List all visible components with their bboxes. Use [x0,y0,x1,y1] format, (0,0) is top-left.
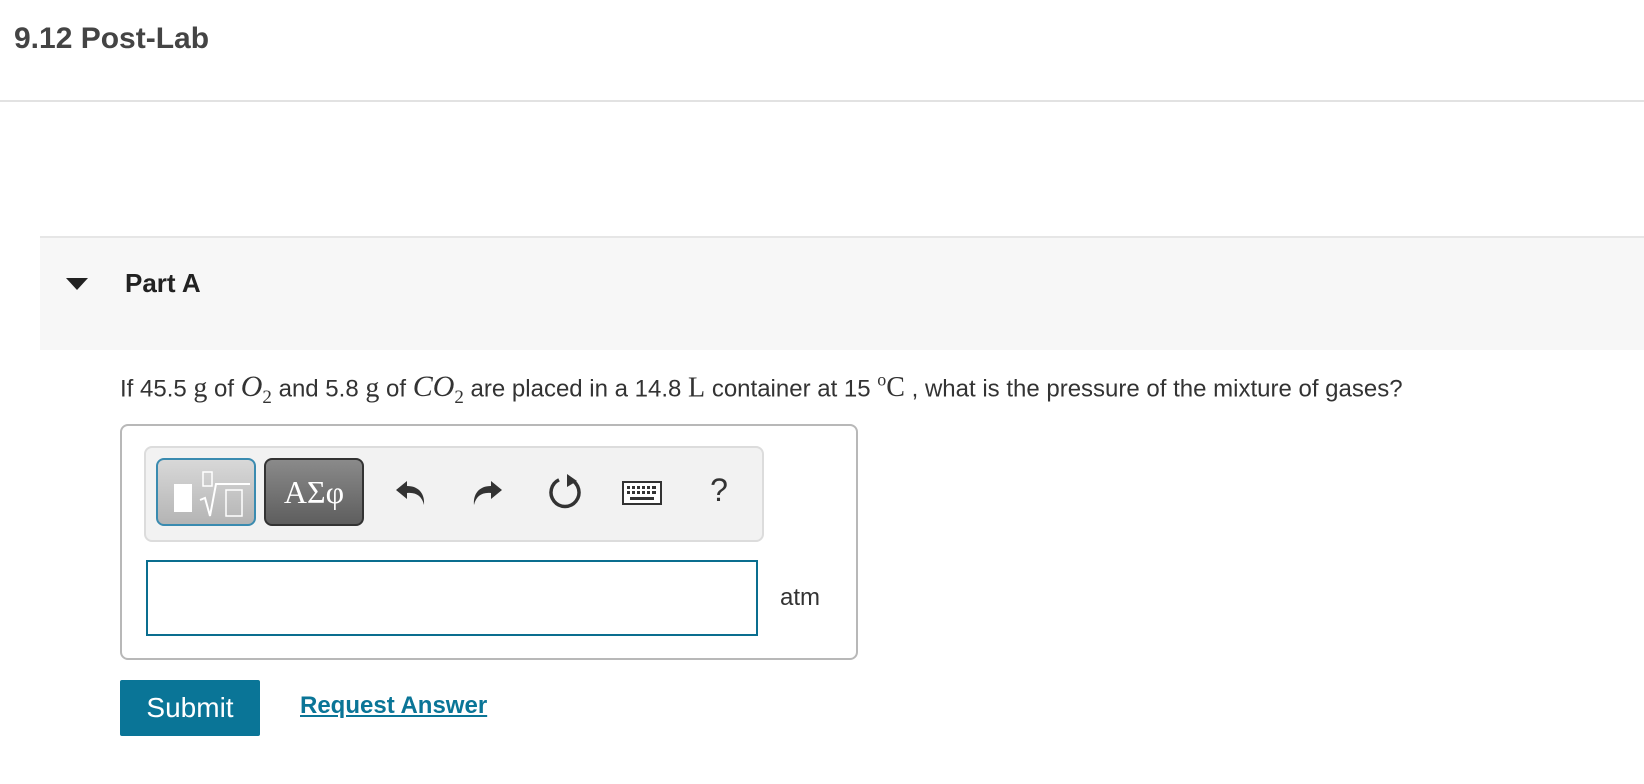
part-label: Part A [125,268,201,298]
redo-icon[interactable] [466,472,506,512]
undo-icon[interactable] [392,472,432,512]
part-header [40,236,1644,350]
question-text: If 45.5 g of O2 and 5.8 g of CO2 are pla… [120,370,1403,409]
mass-unit: g [193,372,208,404]
temperature-unit: oC [877,370,905,404]
collapse-caret-icon[interactable] [66,278,88,290]
request-answer-link[interactable]: Request Answer [300,692,487,720]
page-title: 9.12 Post-Lab [14,22,210,55]
volume-unit: L [688,372,706,404]
carbon-dioxide-formula: CO2 [412,370,464,409]
submit-button[interactable]: Submit [120,680,260,736]
question-segment: If 45.5 [120,375,194,403]
question-segment: , what is the pressure of the mixture of… [904,375,1403,403]
question-segment: of [379,375,413,403]
mass-unit: g [365,372,380,404]
reset-icon[interactable] [545,472,585,512]
page: 9.12 Post-Lab Part A If 45.5 g of O2 and… [0,0,1644,784]
question-segment: are placed in a 14.8 [463,375,689,403]
templates-icon [199,471,250,517]
greek-symbols-button[interactable]: ΑΣφ [264,458,364,526]
question-segment: of [207,375,241,403]
keyboard-icon[interactable] [622,478,662,508]
templates-button[interactable] [156,458,256,526]
question-segment: container at 15 [705,375,878,403]
templates-block-icon [174,484,192,512]
question-segment: and 5.8 [271,375,366,403]
title-divider [0,100,1644,102]
unit-label: atm [780,584,821,611]
oxygen-formula: O2 [240,370,272,409]
answer-input[interactable] [146,560,758,636]
help-button[interactable]: ? [704,472,734,512]
